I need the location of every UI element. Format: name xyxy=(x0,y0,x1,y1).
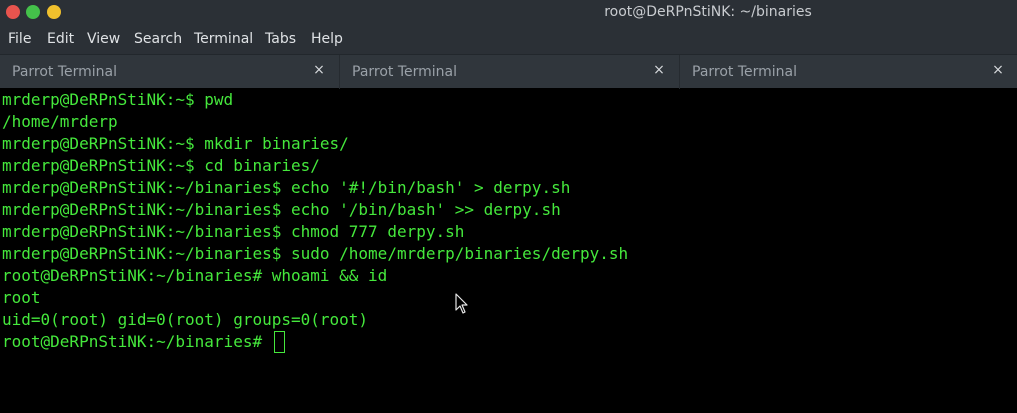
terminal-line: mrderp@DeRPnStiNK:~$ mkdir binaries/ xyxy=(2,134,349,153)
menu-file[interactable]: File xyxy=(8,31,31,47)
text-cursor xyxy=(273,331,285,353)
tab-bar: Parrot Terminal × Parrot Terminal × Parr… xyxy=(0,54,1017,89)
terminal-line: root@DeRPnStiNK:~/binaries# whoami && id xyxy=(2,266,388,285)
menu-help[interactable]: Help xyxy=(311,31,343,47)
terminal-window: root@DeRPnStiNK: ~/binaries File Edit Vi… xyxy=(0,0,1017,413)
menu-view[interactable]: View xyxy=(87,31,120,47)
tab-terminal-3[interactable]: Parrot Terminal × xyxy=(680,55,1017,89)
tab-close-icon[interactable]: × xyxy=(652,63,666,77)
title-bar[interactable]: root@DeRPnStiNK: ~/binaries xyxy=(0,0,1017,26)
terminal-line: mrderp@DeRPnStiNK:~/binaries$ sudo /home… xyxy=(2,244,629,263)
terminal-line: mrderp@DeRPnStiNK:~/binaries$ chmod 777 … xyxy=(2,222,465,241)
terminal-line: mrderp@DeRPnStiNK:~/binaries$ echo '/bin… xyxy=(2,200,561,219)
menu-search[interactable]: Search xyxy=(134,31,182,47)
menu-edit[interactable]: Edit xyxy=(47,31,74,47)
menu-tabs[interactable]: Tabs xyxy=(265,31,296,47)
terminal-output[interactable]: mrderp@DeRPnStiNK:~$ pwd /home/mrderp mr… xyxy=(0,89,1017,413)
tab-terminal-2[interactable]: Parrot Terminal × xyxy=(340,55,680,89)
tab-label: Parrot Terminal xyxy=(12,64,118,80)
tab-label: Parrot Terminal xyxy=(352,64,458,80)
tab-close-icon[interactable]: × xyxy=(991,63,1005,77)
tab-label: Parrot Terminal xyxy=(692,64,798,80)
tab-terminal-1[interactable]: Parrot Terminal × xyxy=(0,55,340,89)
terminal-prompt-line[interactable]: root@DeRPnStiNK:~/binaries# xyxy=(2,331,1017,353)
menu-terminal[interactable]: Terminal xyxy=(194,31,253,47)
terminal-line: uid=0(root) gid=0(root) groups=0(root) xyxy=(2,310,369,329)
terminal-line: root xyxy=(2,288,41,307)
terminal-line: mrderp@DeRPnStiNK:~$ pwd xyxy=(2,90,234,109)
terminal-line: mrderp@DeRPnStiNK:~/binaries$ echo '#!/b… xyxy=(2,178,571,197)
menu-bar: File Edit View Search Terminal Tabs Help xyxy=(0,26,1017,54)
terminal-line: mrderp@DeRPnStiNK:~$ cd binaries/ xyxy=(2,156,320,175)
mouse-pointer-icon xyxy=(455,293,468,314)
terminal-prompt: root@DeRPnStiNK:~/binaries# xyxy=(2,332,263,351)
terminal-line: /home/mrderp xyxy=(2,112,118,131)
tab-close-icon[interactable]: × xyxy=(312,63,326,77)
window-title: root@DeRPnStiNK: ~/binaries xyxy=(604,4,812,20)
